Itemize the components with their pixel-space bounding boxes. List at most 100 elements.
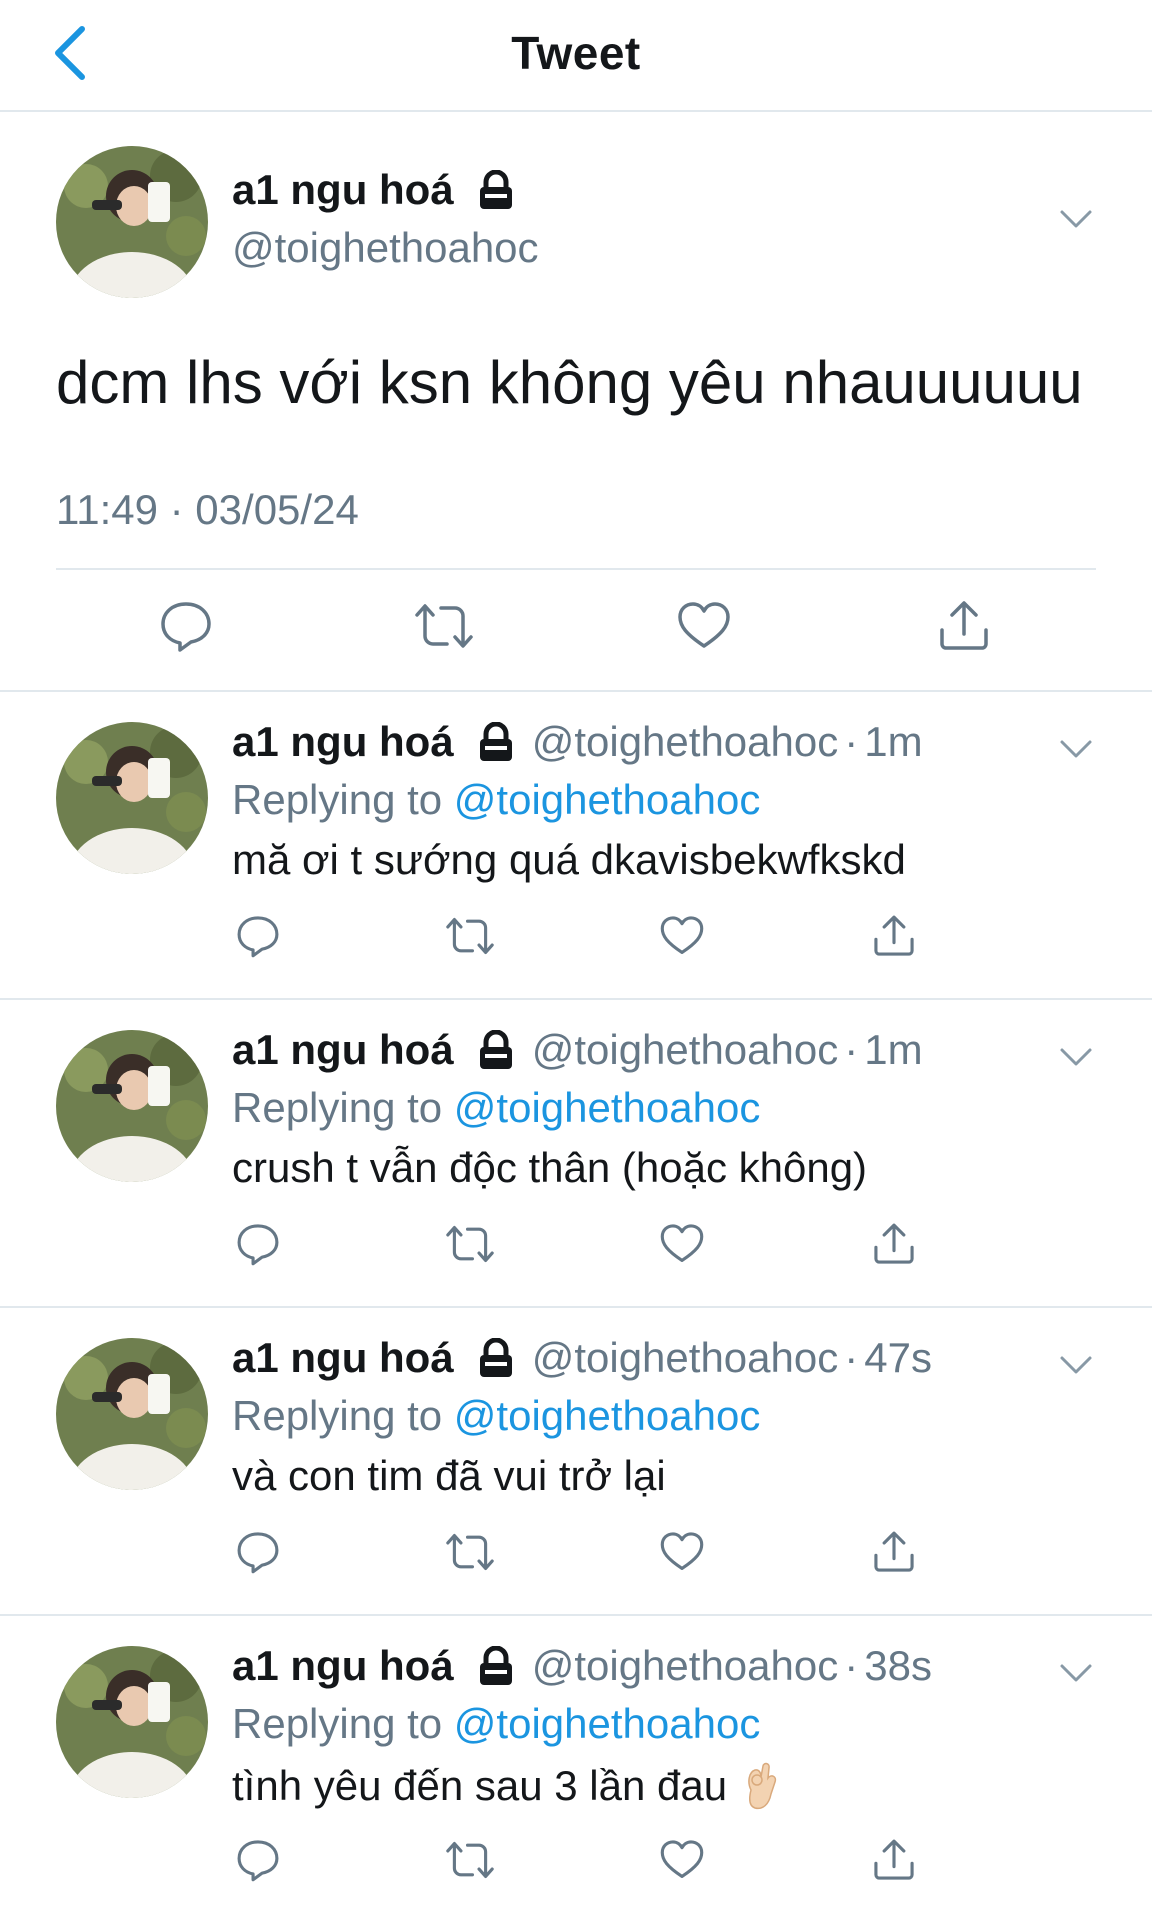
like-button[interactable] — [652, 1830, 712, 1890]
heart-icon — [678, 602, 730, 648]
tweet-text: dcm lhs với ksn không yêu nhauuuuuu — [56, 349, 1083, 416]
more-options-button[interactable] — [1056, 1350, 1096, 1380]
tweet-text-content: crush t vẫn độc thân (hoặc không) — [232, 1144, 868, 1191]
share-icon — [940, 601, 988, 650]
share-button[interactable] — [864, 1830, 924, 1890]
avatar-photo — [56, 1030, 208, 1182]
reply-button[interactable] — [228, 1522, 288, 1582]
retweet-button[interactable] — [440, 1522, 500, 1582]
share-button[interactable] — [864, 1214, 924, 1274]
avatar[interactable] — [56, 1338, 208, 1490]
handle[interactable]: @toighethoahoc — [532, 1334, 839, 1382]
chevron-down-icon — [1060, 1356, 1092, 1374]
avatar[interactable] — [56, 1646, 208, 1798]
replying-to-line: Replying to @toighethoahoc — [232, 1392, 760, 1440]
share-button[interactable] — [928, 590, 1000, 662]
avatar[interactable] — [56, 1030, 208, 1182]
display-name[interactable]: a1 ngu hoá — [232, 166, 454, 214]
reply-button[interactable] — [150, 590, 222, 662]
heart-icon — [660, 1840, 704, 1878]
mention-link[interactable]: @toighethoahoc — [454, 1392, 761, 1439]
tweet-actions — [0, 1522, 1152, 1592]
more-options-button[interactable] — [1056, 1042, 1096, 1072]
reply-tweet[interactable]: a1 ngu hoá @toighethoahoc · 1m Replying … — [0, 1000, 1152, 1308]
lock-icon — [476, 1030, 516, 1070]
divider — [56, 568, 1096, 570]
chevron-down-icon — [1060, 740, 1092, 758]
retweet-button[interactable] — [408, 590, 480, 662]
reply-button[interactable] — [228, 1830, 288, 1890]
avatar[interactable] — [56, 146, 208, 298]
avatar-photo — [56, 1338, 208, 1490]
like-button[interactable] — [668, 590, 740, 662]
retweet-button[interactable] — [440, 1830, 500, 1890]
chevron-down-icon — [1060, 210, 1092, 228]
replying-to-line: Replying to @toighethoahoc — [232, 1084, 760, 1132]
reply-icon — [237, 1532, 279, 1574]
share-icon — [874, 1223, 914, 1264]
relative-time: 1m — [864, 718, 923, 765]
reply-tweet[interactable]: a1 ngu hoá @toighethoahoc · 47s Replying… — [0, 1308, 1152, 1616]
display-name[interactable]: a1 ngu hoá — [232, 1026, 454, 1074]
display-name[interactable]: a1 ngu hoá — [232, 1642, 454, 1690]
more-options-button[interactable] — [1056, 734, 1096, 764]
mention-link[interactable]: @toighethoahoc — [454, 776, 761, 823]
handle[interactable]: @toighethoahoc — [532, 1026, 839, 1074]
share-button[interactable] — [864, 1522, 924, 1582]
relative-time: 1m — [864, 1026, 923, 1073]
retweet-button[interactable] — [440, 1214, 500, 1274]
reply-icon — [237, 1224, 279, 1266]
replying-to-label: Replying to — [232, 1084, 443, 1131]
lock-icon — [476, 722, 516, 762]
chevron-down-icon — [1060, 1048, 1092, 1066]
retweet-icon — [446, 918, 494, 954]
handle[interactable]: @toighethoahoc — [232, 224, 539, 272]
heart-icon — [660, 916, 704, 954]
tweet-text-content: và con tim đã vui trở lại — [232, 1452, 666, 1499]
retweet-icon — [415, 604, 473, 648]
share-icon — [874, 1839, 914, 1880]
lock-icon — [476, 1646, 516, 1686]
tweet-text-content: tình yêu đến sau 3 lần đau — [232, 1762, 728, 1809]
reply-tweet[interactable]: a1 ngu hoá @toighethoahoc · 38s Replying… — [0, 1616, 1152, 1920]
reply-icon — [161, 602, 211, 652]
tweet-actions — [0, 1214, 1152, 1284]
display-name[interactable]: a1 ngu hoá — [232, 718, 454, 766]
retweet-icon — [446, 1842, 494, 1878]
share-icon — [874, 915, 914, 956]
retweet-icon — [446, 1534, 494, 1570]
handle[interactable]: @toighethoahoc — [532, 718, 839, 766]
tweet-text: mă ơi t sướng quá dkavisbekwfkskd — [232, 836, 906, 884]
heart-icon — [660, 1532, 704, 1570]
avatar-photo — [56, 722, 208, 874]
like-button[interactable] — [652, 1522, 712, 1582]
tweet-text: crush t vẫn độc thân (hoặc không) — [232, 1144, 867, 1192]
navigation-header: Tweet — [0, 0, 1152, 112]
tweet-actions — [0, 590, 1152, 680]
lock-icon — [476, 1338, 516, 1378]
like-button[interactable] — [652, 906, 712, 966]
mention-link[interactable]: @toighethoahoc — [454, 1700, 761, 1747]
separator-dot: · — [844, 1334, 859, 1381]
handle[interactable]: @toighethoahoc — [532, 1642, 839, 1690]
relative-time: 47s — [864, 1334, 932, 1381]
avatar[interactable] — [56, 722, 208, 874]
page-title: Tweet — [511, 27, 641, 79]
tweet-timestamp: 11:49 · 03/05/24 — [56, 486, 359, 533]
reply-icon — [237, 1840, 279, 1882]
lock-icon — [476, 170, 516, 210]
reply-tweet[interactable]: a1 ngu hoá @toighethoahoc · 1m Replying … — [0, 692, 1152, 1000]
retweet-button[interactable] — [440, 906, 500, 966]
mention-link[interactable]: @toighethoahoc — [454, 1084, 761, 1131]
tweet-text-content: mă ơi t sướng quá dkavisbekwfkskd — [232, 836, 906, 883]
share-button[interactable] — [864, 906, 924, 966]
separator-dot: · — [844, 1026, 859, 1073]
replying-to-label: Replying to — [232, 776, 443, 823]
reply-button[interactable] — [228, 1214, 288, 1274]
reply-button[interactable] — [228, 906, 288, 966]
display-name[interactable]: a1 ngu hoá — [232, 1334, 454, 1382]
separator-dot: · — [844, 718, 859, 765]
more-options-button[interactable] — [1056, 1658, 1096, 1688]
like-button[interactable] — [652, 1214, 712, 1274]
more-options-button[interactable] — [1056, 204, 1096, 234]
